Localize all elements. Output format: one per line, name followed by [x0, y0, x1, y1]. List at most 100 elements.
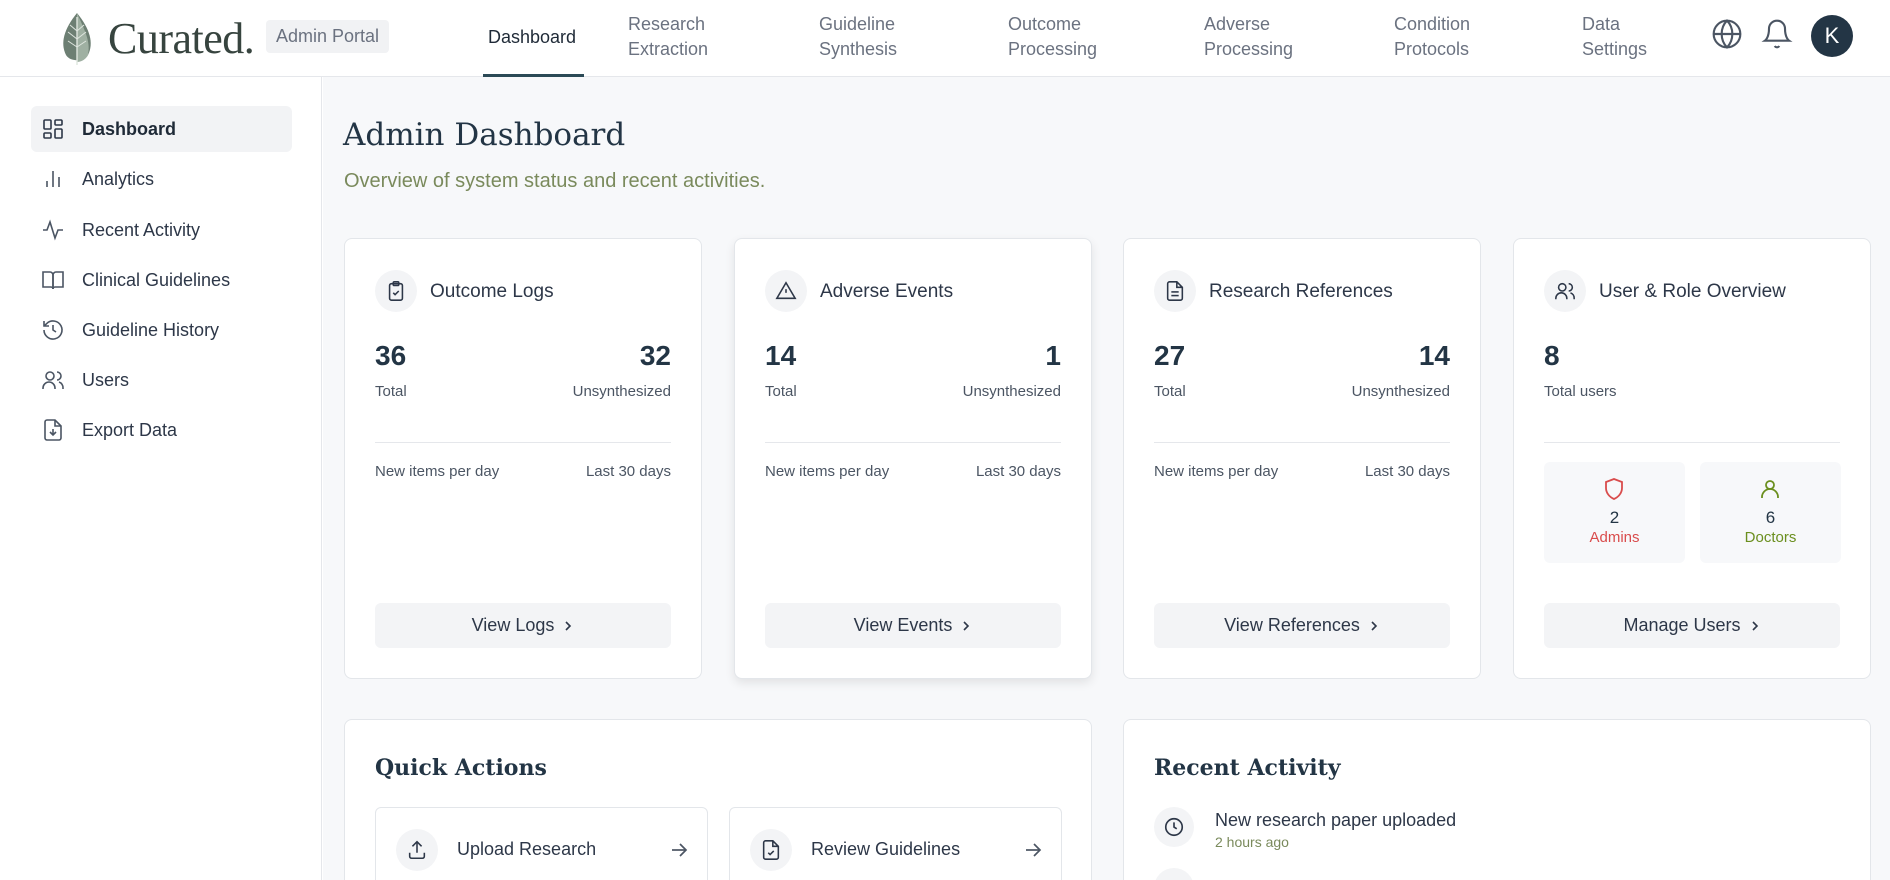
total-users-count: 8: [1544, 340, 1560, 371]
recent-activity-panel: Recent Activity New research paper uploa…: [1123, 719, 1871, 880]
total-label: Total: [765, 383, 797, 400]
unsynthesized-label: Unsynthesized: [962, 383, 1061, 400]
doctors-label: Doctors: [1744, 529, 1797, 546]
user-avatar[interactable]: K: [1811, 15, 1853, 57]
unsynthesized-count: 32: [639, 340, 671, 371]
admins-summary: 2 Admins: [1544, 462, 1685, 563]
admins-label: Admins: [1589, 529, 1640, 546]
activity-pulse-icon: [43, 219, 63, 241]
nav-adverse-processing[interactable]: Adverse Processing: [1204, 12, 1293, 62]
sidebar-item-label: Dashboard: [82, 118, 177, 139]
sidebar-item-label: Users: [82, 369, 130, 390]
divider: [765, 442, 1061, 443]
main-content: Admin Dashboard Overview of system statu…: [323, 77, 1890, 880]
panel-title: Quick Actions: [375, 755, 547, 781]
unsynthesized-count: 14: [1418, 340, 1450, 371]
button-label: Manage Users: [1623, 615, 1741, 635]
nav-data-settings[interactable]: Data Settings: [1582, 12, 1647, 62]
history-clock-icon: [43, 320, 63, 340]
view-logs-button[interactable]: View Logs: [375, 603, 671, 648]
upload-research-label: Upload Research: [457, 839, 597, 859]
brand-logo[interactable]: Curated.: [58, 8, 255, 68]
card-title: Outcome Logs: [430, 281, 554, 302]
open-book-icon: [42, 271, 64, 290]
alert-triangle-icon: [775, 281, 797, 300]
clock-icon: [1164, 817, 1184, 837]
nav-research-extraction[interactable]: Research Extraction: [628, 12, 708, 62]
sidebar: Dashboard Analytics Recent Activity Clin…: [0, 77, 322, 880]
document-icon: [1166, 281, 1184, 301]
card-title: User & Role Overview: [1599, 281, 1786, 302]
review-guidelines-label: Review Guidelines: [811, 839, 961, 859]
adverse-events-card: Adverse Events 14 Total 1 Unsynthesized …: [734, 238, 1092, 679]
activity-icon-placeholder: [1154, 868, 1194, 880]
chevron-right-icon: [1371, 620, 1378, 631]
arrow-right-icon: [672, 843, 688, 857]
research-references-card: Research References 27 Total 14 Unsynthe…: [1123, 238, 1481, 679]
daily-items-chart: [375, 494, 671, 584]
view-references-button[interactable]: View References: [1154, 603, 1450, 648]
daily-items-chart: [1154, 494, 1450, 584]
page-title: Admin Dashboard: [343, 117, 626, 153]
sidebar-item-clinical-guidelines[interactable]: Clinical Guidelines: [31, 257, 292, 303]
view-events-button[interactable]: View Events: [765, 603, 1061, 648]
sidebar-item-dashboard[interactable]: Dashboard: [31, 106, 292, 152]
arrow-right-icon: [1026, 843, 1042, 857]
button-label: View Events: [853, 615, 953, 635]
review-guidelines-button[interactable]: Review Guidelines: [729, 807, 1062, 880]
chevron-right-icon: [565, 620, 572, 631]
users-icon: [42, 371, 64, 389]
chevron-right-icon: [1751, 620, 1758, 631]
total-users-label: Total users: [1544, 383, 1617, 400]
doctors-count: 6: [1765, 508, 1776, 527]
admins-count: 2: [1609, 508, 1620, 527]
button-label: View Logs: [471, 615, 555, 635]
sidebar-item-guideline-history[interactable]: Guideline History: [31, 307, 292, 353]
total-label: Total: [375, 383, 407, 400]
page-subtitle: Overview of system status and recent act…: [344, 170, 766, 192]
outcome-logs-card: Outcome Logs 36 Total 32 Unsynthesized N…: [344, 238, 702, 679]
nav-dashboard[interactable]: Dashboard: [488, 25, 576, 50]
bar-chart-icon: [46, 171, 60, 187]
nav-guideline-synthesis[interactable]: Guideline Synthesis: [819, 12, 897, 62]
total-count: 14: [765, 340, 797, 371]
doctors-summary: 6 Doctors: [1700, 462, 1841, 563]
sidebar-item-users[interactable]: Users: [31, 357, 292, 403]
portal-badge: Admin Portal: [266, 20, 390, 53]
globe-icon[interactable]: [1711, 18, 1743, 50]
file-download-icon: [44, 419, 62, 441]
nav-outcome-processing[interactable]: Outcome Processing: [1008, 12, 1097, 62]
nav-condition-protocols[interactable]: Condition Protocols: [1394, 12, 1470, 62]
chart-label: New items per day: [375, 463, 500, 480]
dashboard-grid-icon: [43, 119, 63, 139]
total-label: Total: [1154, 383, 1186, 400]
total-count: 27: [1154, 340, 1186, 371]
card-title: Adverse Events: [820, 281, 954, 302]
upload-research-button[interactable]: Upload Research: [375, 807, 708, 880]
sidebar-item-recent-activity[interactable]: Recent Activity: [31, 207, 292, 253]
top-navigation-bar: Curated. Admin Portal Dashboard Research…: [0, 0, 1890, 77]
divider: [1154, 442, 1450, 443]
chart-range: Last 30 days: [585, 463, 671, 480]
upload-icon: [408, 840, 426, 860]
sidebar-item-label: Clinical Guidelines: [82, 269, 231, 290]
chart-range: Last 30 days: [975, 463, 1061, 480]
user-icon: [1761, 480, 1779, 498]
sidebar-item-label: Analytics: [82, 168, 155, 189]
sidebar-item-label: Guideline History: [82, 319, 220, 340]
chart-label: New items per day: [1154, 463, 1279, 480]
divider: [1544, 442, 1840, 443]
panel-title: Recent Activity: [1154, 755, 1341, 781]
sidebar-item-analytics[interactable]: Analytics: [31, 156, 292, 202]
manage-users-button[interactable]: Manage Users: [1544, 603, 1840, 648]
total-count: 36: [375, 340, 407, 371]
user-role-overview-card: User & Role Overview 8 Total users 2 Adm…: [1513, 238, 1871, 679]
chart-label: New items per day: [765, 463, 890, 480]
shield-icon: [1605, 478, 1623, 500]
button-label: View References: [1224, 615, 1360, 635]
brand-name: Curated.: [108, 13, 255, 63]
unsynthesized-count: 1: [1045, 340, 1061, 371]
bell-icon[interactable]: [1761, 18, 1793, 50]
users-icon: [1555, 282, 1575, 300]
sidebar-item-export-data[interactable]: Export Data: [31, 407, 292, 453]
